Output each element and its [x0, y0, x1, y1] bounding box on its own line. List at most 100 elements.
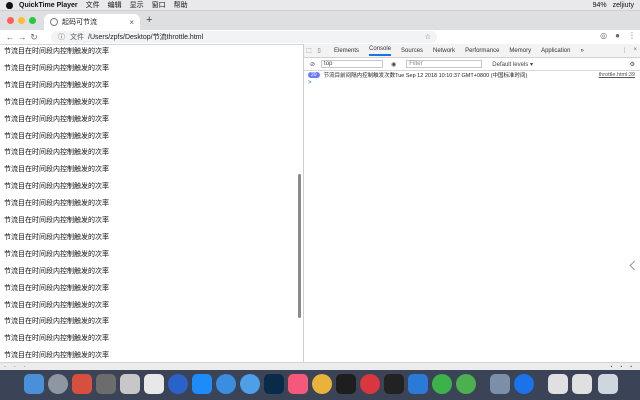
tab-console[interactable]: Console — [369, 46, 392, 56]
text-row: 节流目在时间段内控制触发的次率 — [4, 64, 109, 72]
text-row: 节流目在时间段内控制触发的次率 — [4, 284, 109, 292]
menu-file[interactable]: 文件 — [86, 0, 100, 10]
user-name[interactable]: zeljiuty — [613, 2, 634, 9]
devtools-close-icon[interactable]: × — [633, 47, 637, 54]
zoom-window-icon[interactable] — [29, 17, 36, 24]
context-select[interactable]: top — [321, 60, 384, 68]
app-icon[interactable] — [72, 374, 92, 394]
apple-menu-icon[interactable] — [6, 1, 13, 9]
clear-console-icon[interactable]: ⊘ — [310, 61, 315, 68]
close-window-icon[interactable] — [7, 17, 14, 24]
eye-icon[interactable]: ◉ — [391, 61, 396, 68]
webstorm-icon[interactable] — [384, 374, 404, 394]
forward-arrow-icon[interactable]: → — [16, 32, 28, 42]
tab-memory[interactable]: Memory — [509, 48, 531, 54]
app-icon[interactable] — [456, 374, 476, 394]
devtools-tab-bar: ⬚ ▯ Elements Console Sources Network Per… — [304, 44, 640, 58]
tab-title: 起码可节流 — [62, 19, 97, 26]
text-row: 节流目在时间段内控制触发的次率 — [4, 48, 109, 55]
browser-toolbar: ← → ↻ ⓘ 文件 /Users/zpfs/Desktop/节流throttl… — [0, 30, 640, 45]
tab-elements[interactable]: Elements — [334, 48, 359, 54]
console-log-entry[interactable]: 20 节流目前间隔内控制触发次数Tue Sep 12 2018 10:10:37… — [304, 70, 640, 80]
finder-icon[interactable] — [24, 374, 44, 394]
text-row: 节流目在时间段内控制触发的次率 — [4, 81, 109, 89]
app-icon[interactable] — [240, 374, 260, 394]
tab-application[interactable]: Application — [541, 48, 570, 54]
bookmark-star-icon[interactable]: ☆ — [425, 33, 431, 41]
music-icon[interactable] — [288, 374, 308, 394]
devtools-menu-icon[interactable]: ⋮ — [621, 47, 627, 54]
window-icon[interactable] — [572, 374, 592, 394]
vscode-icon[interactable] — [408, 374, 428, 394]
menu-help[interactable]: 帮助 — [174, 0, 188, 10]
console-settings-gear-icon[interactable]: ⚙ — [630, 61, 635, 68]
tab-network[interactable]: Network — [433, 48, 455, 54]
preview-icon[interactable] — [120, 374, 140, 394]
menu-dots-icon[interactable]: ⋮ — [628, 31, 636, 40]
chrome-icon[interactable] — [312, 374, 332, 394]
inspect-element-icon[interactable]: ⬚ — [304, 47, 314, 54]
log-source-link[interactable]: throttle.html:39 — [599, 72, 635, 78]
browser-icon[interactable] — [514, 374, 534, 394]
close-tab-icon[interactable]: × — [129, 18, 134, 27]
reload-icon[interactable]: ↻ — [28, 32, 40, 43]
url-scheme-label: 文件 — [70, 34, 84, 41]
battery-percent[interactable]: 94% — [593, 2, 607, 9]
launchpad-icon[interactable] — [48, 374, 68, 394]
device-toggle-icon[interactable]: ▯ — [314, 47, 324, 54]
menu-view[interactable]: 显示 — [130, 0, 144, 10]
app-name-menu[interactable]: QuickTime Player — [19, 2, 78, 9]
compass-icon[interactable] — [168, 374, 188, 394]
page-scrollbar[interactable] — [298, 174, 301, 318]
safari-icon[interactable] — [216, 374, 236, 394]
trash-icon[interactable] — [598, 374, 618, 394]
url-text: /Users/zpfs/Desktop/节流throttle.html — [88, 34, 204, 41]
log-message: 节流目前间隔内控制触发次数Tue Sep 12 2018 10:10:37 GM… — [323, 73, 528, 79]
text-row: 节流目在时间段内控制触发的次率 — [4, 149, 109, 157]
back-arrow-icon[interactable]: ← — [4, 32, 16, 42]
window-icon[interactable] — [548, 374, 568, 394]
text-row: 节流目在时间段内控制触发的次率 — [4, 267, 109, 275]
new-tab-button[interactable]: + — [146, 14, 152, 26]
text-row: 节流目在时间段内控制触发的次率 — [4, 318, 109, 326]
profile-icon[interactable]: ● — [615, 31, 620, 40]
info-icon[interactable]: ⓘ — [58, 32, 65, 42]
menu-window[interactable]: 窗口 — [152, 0, 166, 10]
text-row: 节流目在时间段内控制触发的次率 — [4, 250, 109, 258]
photos-icon[interactable] — [490, 374, 510, 394]
text-row: 节流目在时间段内控制触发的次率 — [4, 166, 109, 174]
console-filter-input[interactable]: Filter — [406, 60, 483, 68]
app-icon[interactable] — [96, 374, 116, 394]
text-row: 节流目在时间段内控制触发的次率 — [4, 183, 109, 191]
extension-icon[interactable]: ◎ — [600, 31, 607, 40]
minimize-window-icon[interactable] — [18, 17, 25, 24]
log-levels-select[interactable]: Default levels ▾ — [492, 61, 533, 68]
text-row: 节流目在时间段内控制触发的次率 — [4, 200, 109, 208]
log-repeat-count: 20 — [308, 72, 320, 78]
app-store-icon[interactable] — [192, 374, 212, 394]
text-row: 节流目在时间段内控制触发的次率 — [4, 335, 109, 343]
menu-edit[interactable]: 编辑 — [108, 0, 122, 10]
wechat-icon[interactable] — [432, 374, 452, 394]
more-tabs-button[interactable]: » — [580, 48, 583, 54]
tab-strip: 起码可节流 × + — [0, 11, 640, 30]
photoshop-icon[interactable] — [264, 374, 284, 394]
page-content: 节流目在时间段内控制触发的次率 节流目在时间段内控制触发的次率 节流目在时间段内控制… — [0, 44, 300, 362]
text-row: 节流目在时间段内控制触发的次率 — [4, 301, 109, 309]
tab-performance[interactable]: Performance — [465, 48, 499, 54]
devtools-panel: ⬚ ▯ Elements Console Sources Network Per… — [303, 44, 640, 362]
text-row: 节流目在时间段内控制触发的次率 — [4, 233, 109, 241]
tab-sources[interactable]: Sources — [401, 48, 423, 54]
menu-bar: QuickTime Player 文件 编辑 显示 窗口 帮助 94% zelj… — [0, 0, 640, 11]
dock — [0, 370, 640, 400]
terminal-icon[interactable] — [336, 374, 356, 394]
globe-icon — [50, 18, 58, 26]
browser-tab[interactable]: 起码可节流 × — [44, 14, 140, 30]
console-prompt[interactable]: > — [308, 80, 312, 86]
text-row: 节流目在时间段内控制触发的次率 — [4, 98, 109, 106]
netease-music-icon[interactable] — [360, 374, 380, 394]
address-bar[interactable]: ⓘ 文件 /Users/zpfs/Desktop/节流throttle.html… — [51, 31, 437, 43]
text-row: 节流目在时间段内控制触发的次率 — [4, 132, 109, 140]
notes-icon[interactable] — [144, 374, 164, 394]
text-row: 节流目在时间段内控制触发的次率 — [4, 115, 109, 123]
